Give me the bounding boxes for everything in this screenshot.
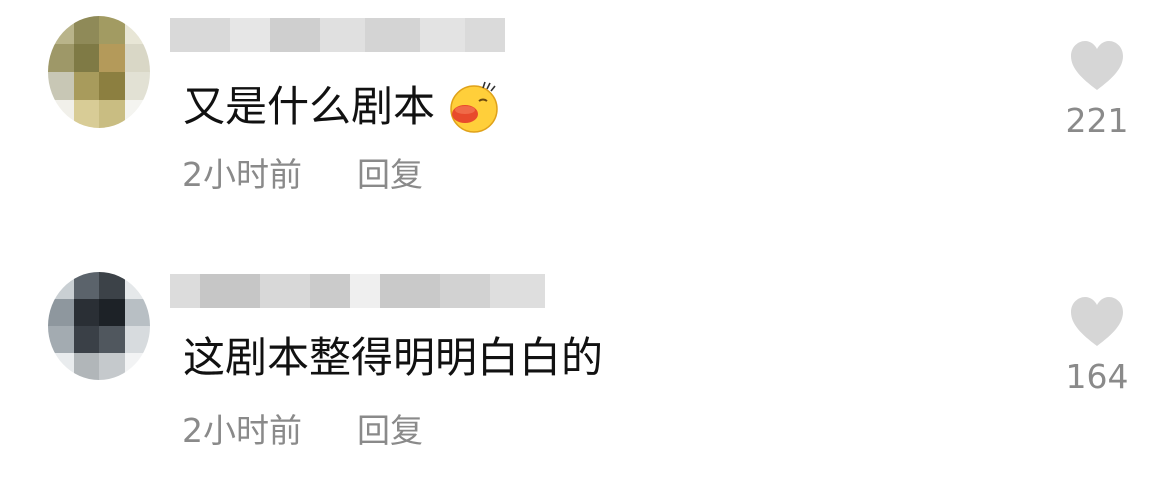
reply-button[interactable]: 回复 — [357, 414, 423, 447]
comment-meta: 2小时前 回复 — [182, 158, 423, 191]
like-count: 221 — [1065, 101, 1129, 140]
like-count: 164 — [1065, 357, 1129, 396]
username-blurred[interactable] — [170, 18, 505, 52]
heart-icon[interactable] — [1069, 296, 1125, 348]
kissing-face-emoji-icon — [450, 81, 498, 133]
avatar[interactable] — [48, 272, 150, 380]
username-blurred[interactable] — [170, 274, 545, 308]
comment-time: 2小时前 — [182, 411, 302, 450]
comment-item: 这剧本整得明明白白的 2小时前 回复 164 — [0, 256, 1170, 483]
reply-button[interactable]: 回复 — [357, 158, 423, 191]
comment-time: 2小时前 — [182, 155, 302, 194]
comment-text: 这剧本整得明明白白的 — [183, 337, 603, 379]
comment-meta: 2小时前 回复 — [182, 414, 423, 447]
comment-text: 又是什么剧本 — [183, 80, 501, 134]
avatar[interactable] — [48, 16, 150, 128]
like-group: 221 — [1060, 40, 1134, 137]
comment-text-label: 这剧本整得明明白白的 — [183, 333, 604, 382]
comment-text-label: 又是什么剧本 — [183, 82, 436, 131]
comment-item: 又是什么剧本 2小时前 回复 221 — [0, 0, 1170, 227]
like-group: 164 — [1060, 296, 1134, 393]
heart-icon[interactable] — [1069, 40, 1125, 92]
